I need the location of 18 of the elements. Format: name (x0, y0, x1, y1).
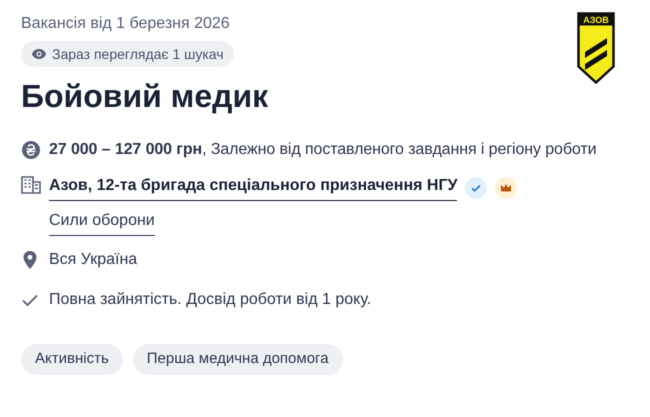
eye-icon (31, 48, 47, 60)
crown-icon (495, 176, 518, 198)
location-text: Вся Україна (49, 250, 138, 270)
hryvnia-icon (21, 140, 41, 160)
verified-icon (465, 176, 488, 198)
viewers-badge: Зараз переглядає 1 шукач (21, 41, 234, 67)
job-title: Бойовий медик (21, 77, 270, 116)
building-icon (21, 176, 41, 194)
location-pin-icon (21, 250, 39, 270)
tag-chip[interactable]: Перша медична допомога (132, 344, 343, 375)
conditions-text: Повна зайнятість. Досвід роботи від 1 року. (49, 290, 372, 310)
category-link[interactable]: Сили оборони (49, 209, 155, 236)
salary-text: 27 000 – 127 000 грн, Залежно від поставленого завдання і регіону роботи (49, 140, 596, 160)
posted-date: Вакансія від 1 березня 2026 (21, 14, 230, 34)
tag-chip[interactable]: Активність (21, 344, 123, 375)
check-icon (21, 293, 39, 307)
shield-logo: АЗОВ (577, 12, 615, 84)
company-link[interactable]: Азов, 12-та бригада спеціального призначення НГУ (49, 174, 458, 201)
